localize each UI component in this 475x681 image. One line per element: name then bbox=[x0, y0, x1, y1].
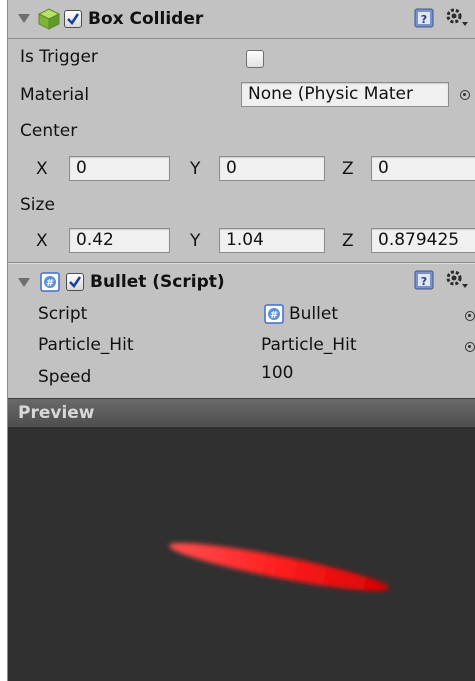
center-y-label: Y bbox=[190, 159, 201, 179]
foldout-arrow-icon[interactable] bbox=[18, 278, 30, 287]
bullet-script-enabled-checkbox[interactable] bbox=[66, 273, 84, 291]
size-z-label: Z bbox=[342, 231, 354, 251]
preview-header[interactable]: Preview bbox=[8, 398, 475, 427]
object-picker-icon[interactable] bbox=[460, 90, 470, 100]
bullet-script-title: Bullet (Script) bbox=[90, 272, 225, 292]
center-x-field[interactable]: 0 bbox=[69, 156, 170, 181]
cube-icon bbox=[38, 8, 60, 30]
material-field[interactable]: None (Physic Mater bbox=[241, 82, 449, 107]
speed-label: Speed bbox=[38, 367, 92, 387]
size-z-field[interactable]: 0.879425 bbox=[371, 228, 475, 253]
size-x-label: X bbox=[36, 231, 48, 251]
preview-viewport[interactable] bbox=[8, 427, 475, 681]
preview-title: Preview bbox=[18, 403, 95, 423]
is-trigger-checkbox[interactable] bbox=[246, 50, 264, 68]
size-x-field[interactable]: 0.42 bbox=[69, 228, 170, 253]
gear-icon[interactable] bbox=[444, 268, 470, 292]
csharp-script-icon: # bbox=[40, 272, 60, 292]
gear-icon[interactable] bbox=[444, 6, 470, 30]
help-book-icon[interactable]: ? bbox=[414, 270, 434, 290]
bullet-shape bbox=[169, 543, 389, 591]
svg-text:?: ? bbox=[421, 275, 427, 288]
object-picker-icon[interactable] bbox=[465, 311, 475, 321]
svg-text:#: # bbox=[270, 310, 278, 321]
bullet-model-preview bbox=[169, 543, 389, 591]
particle-hit-label: Particle_Hit bbox=[38, 335, 134, 355]
foldout-arrow-icon[interactable] bbox=[18, 14, 30, 23]
center-x-label: X bbox=[36, 159, 48, 179]
center-y-field[interactable]: 0 bbox=[219, 156, 325, 181]
size-label: Size bbox=[20, 195, 55, 215]
size-y-label: Y bbox=[190, 231, 201, 251]
material-label: Material bbox=[20, 85, 90, 105]
is-trigger-label: Is Trigger bbox=[20, 47, 98, 67]
center-z-field[interactable]: 0 bbox=[371, 156, 475, 181]
size-y-field[interactable]: 1.04 bbox=[219, 228, 325, 253]
box-collider-header[interactable]: Box Collider ? bbox=[8, 0, 475, 38]
speed-value[interactable]: 100 bbox=[261, 362, 293, 384]
box-collider-enabled-checkbox[interactable] bbox=[64, 10, 82, 28]
box-collider-title: Box Collider bbox=[88, 9, 204, 29]
script-label: Script bbox=[38, 304, 88, 324]
bullet-script-header[interactable]: # Bullet (Script) ? bbox=[8, 264, 475, 300]
center-z-label: Z bbox=[342, 159, 354, 179]
particle-hit-value[interactable]: Particle_Hit bbox=[261, 334, 356, 356]
svg-text:#: # bbox=[46, 278, 54, 289]
object-picker-icon[interactable] bbox=[465, 342, 475, 352]
script-value[interactable]: Bullet bbox=[289, 303, 338, 325]
checkmark-icon bbox=[67, 13, 80, 25]
svg-text:?: ? bbox=[421, 13, 427, 26]
checkmark-icon bbox=[69, 276, 82, 288]
center-label: Center bbox=[20, 121, 78, 141]
csharp-script-icon: # bbox=[264, 304, 284, 324]
inspector-panel: Box Collider ? Is Trigger Material None … bbox=[7, 0, 475, 681]
help-book-icon[interactable]: ? bbox=[414, 8, 434, 28]
